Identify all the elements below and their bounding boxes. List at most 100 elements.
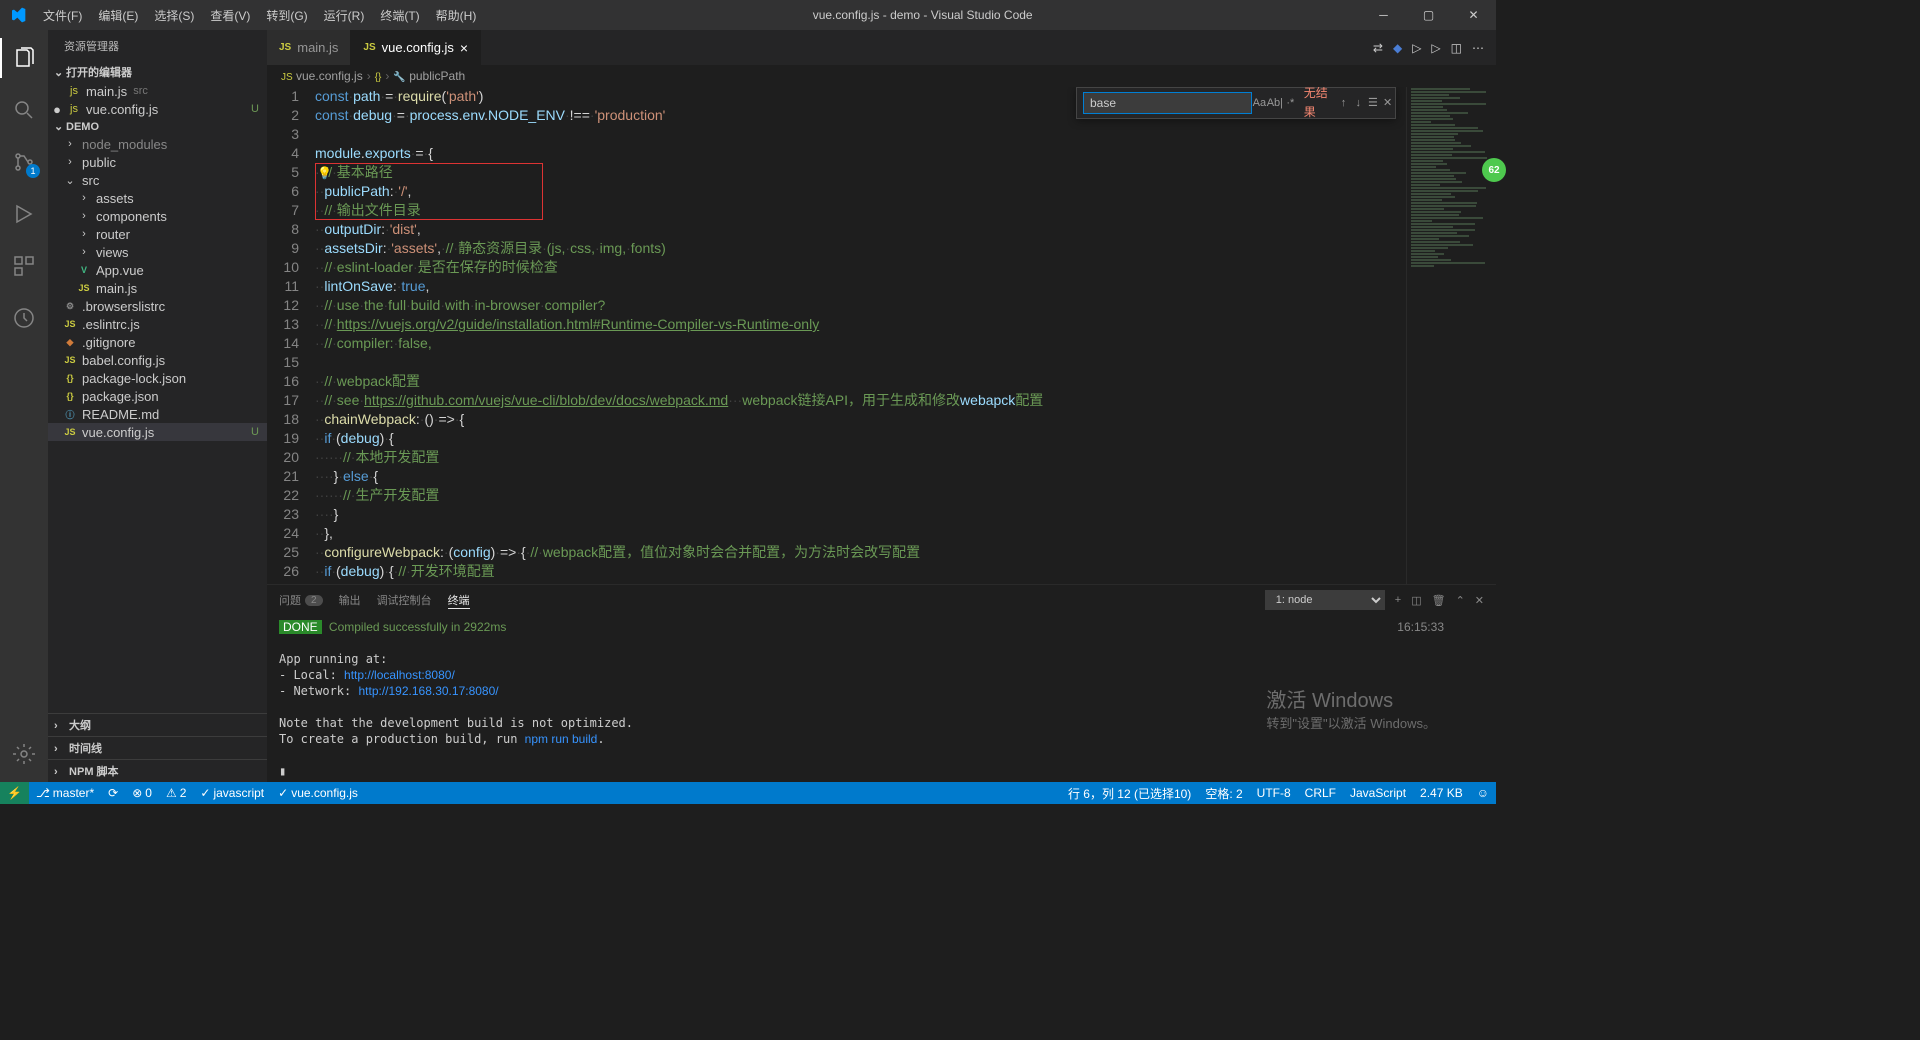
menu-item[interactable]: 选择(S) [146, 7, 202, 24]
trash-icon[interactable]: 🗑 [1432, 594, 1446, 607]
find-case-icon[interactable]: Aa [1252, 94, 1267, 113]
find-word-icon[interactable]: Ab| [1267, 94, 1283, 113]
panel-close-icon[interactable]: ✕ [1475, 594, 1484, 607]
status-item[interactable]: 行 6，列 12 (已选择10) [1061, 785, 1198, 802]
open-editors-header[interactable]: ⌄打开的编辑器 [48, 62, 267, 82]
menu-item[interactable]: 转到(G) [258, 7, 315, 24]
menu-item[interactable]: 查看(V) [202, 7, 258, 24]
status-item[interactable]: ☺ [1470, 785, 1496, 802]
tree-item[interactable]: VApp.vue [48, 261, 267, 279]
status-item[interactable]: 空格: 2 [1198, 785, 1249, 802]
breadcrumb[interactable]: JS vue.config.js›{} ›🔧 publicPath [267, 65, 1496, 87]
status-item[interactable]: ⚠2 [159, 786, 193, 800]
settings-button[interactable] [0, 734, 48, 774]
new-terminal-icon[interactable]: + [1395, 594, 1401, 606]
more-icon[interactable]: ⋯ [1472, 41, 1484, 55]
run-icon[interactable]: ▷ [1412, 41, 1421, 55]
green-badge[interactable]: 62 [1482, 158, 1506, 182]
status-item[interactable]: ⊗0 [125, 786, 159, 800]
remote-indicator[interactable]: ⚡ [0, 782, 29, 804]
find-close-icon[interactable]: ✕ [1380, 94, 1395, 113]
find-input[interactable] [1083, 92, 1252, 114]
window-controls: ─ ▢ ✕ [1361, 0, 1496, 30]
editor-tab[interactable]: JSvue.config.js× [351, 30, 481, 65]
app-logo [0, 7, 35, 23]
status-item[interactable]: JavaScript [1343, 785, 1413, 802]
panel-tab[interactable]: 输出 [339, 592, 361, 608]
menu-item[interactable]: 帮助(H) [428, 7, 485, 24]
tree-item[interactable]: ›public [48, 153, 267, 171]
split-terminal-icon[interactable]: ◫ [1411, 594, 1421, 607]
explorer-tab[interactable] [0, 38, 48, 78]
tree-item[interactable]: ›router [48, 225, 267, 243]
tree-item[interactable]: ›node_modules [48, 135, 267, 153]
tree-item[interactable]: JSbabel.config.js [48, 351, 267, 369]
sidebar: 资源管理器 ⌄打开的编辑器 jsmain.jssrc●jsvue.config.… [48, 30, 267, 782]
status-item[interactable]: ✓javascript [193, 786, 271, 800]
window-title: vue.config.js - demo - Visual Studio Cod… [484, 8, 1361, 22]
maximize-button[interactable]: ▢ [1406, 0, 1451, 30]
timeline-tab[interactable] [0, 298, 48, 338]
panel-tab[interactable]: 终端 [448, 592, 470, 609]
find-selection-icon[interactable]: ☰ [1366, 94, 1381, 113]
tree-item[interactable]: JS.eslintrc.js [48, 315, 267, 333]
scm-tab[interactable]: 1 [0, 142, 48, 182]
tree-item[interactable]: ›components [48, 207, 267, 225]
status-item[interactable]: CRLF [1298, 785, 1343, 802]
sidebar-section[interactable]: › 时间线 [48, 736, 267, 759]
activitybar: 1 [0, 30, 48, 782]
panel-tab[interactable]: 调试控制台 [377, 592, 432, 608]
sidebar-section[interactable]: › 大纲 [48, 713, 267, 736]
extensions-tab[interactable] [0, 246, 48, 286]
tree-item[interactable]: ⓘREADME.md [48, 405, 267, 423]
status-item[interactable]: UTF-8 [1250, 785, 1298, 802]
menu-item[interactable]: 文件(F) [35, 7, 90, 24]
tree-item[interactable]: ◆.gitignore [48, 333, 267, 351]
panel-tab[interactable]: 问题2 [279, 592, 323, 608]
terminal[interactable]: DONE Compiled successfully in 2922ms16:1… [267, 615, 1496, 782]
titlebar: 文件(F)编辑(E)选择(S)查看(V)转到(G)运行(R)终端(T)帮助(H)… [0, 0, 1496, 30]
code-lines[interactable]: const·path·=·require('path')const·debug·… [315, 87, 1406, 584]
status-item[interactable]: ⎇master* [29, 786, 101, 800]
menu-item[interactable]: 终端(T) [372, 7, 427, 24]
minimize-button[interactable]: ─ [1361, 0, 1406, 30]
open-editor-item[interactable]: jsmain.jssrc [48, 82, 267, 100]
panel-up-icon[interactable]: ⌃ [1456, 594, 1465, 607]
tree-item[interactable]: JSvue.config.jsU [48, 423, 267, 441]
tree-item[interactable]: ›views [48, 243, 267, 261]
status-item[interactable]: ✓vue.config.js [271, 786, 365, 800]
tree-item[interactable]: ›assets [48, 189, 267, 207]
panel: 问题2 输出调试控制台终端 1: node + ◫ 🗑 ⌃ ✕ DONE Comp… [267, 584, 1496, 782]
tag-icon[interactable]: ◆ [1393, 41, 1402, 55]
status-item[interactable]: 2.47 KB [1413, 785, 1470, 802]
search-tab[interactable] [0, 90, 48, 130]
sidebar-section[interactable]: › NPM 脚本 [48, 759, 267, 782]
close-button[interactable]: ✕ [1451, 0, 1496, 30]
tree-item[interactable]: {}package.json [48, 387, 267, 405]
project-header[interactable]: ⌄DEMO [48, 118, 267, 135]
tree-item[interactable]: {}package-lock.json [48, 369, 267, 387]
file-tree: ›node_modules›public⌄src›assets›componen… [48, 135, 267, 713]
scm-badge: 1 [26, 164, 40, 178]
tree-item[interactable]: JSmain.js [48, 279, 267, 297]
run-tab[interactable] [0, 194, 48, 234]
find-prev-icon[interactable]: ↑ [1336, 94, 1351, 113]
sidebar-title: 资源管理器 [48, 30, 267, 62]
open-editor-item[interactable]: ●jsvue.config.jsU [48, 100, 267, 118]
status-item[interactable]: ⟳ [101, 786, 125, 800]
find-regex-icon[interactable]: ·* [1283, 94, 1298, 113]
minimap[interactable] [1406, 87, 1496, 584]
tree-item[interactable]: ⌄src [48, 171, 267, 189]
menu-item[interactable]: 运行(R) [316, 7, 373, 24]
tree-item[interactable]: ⚙.browserslistrc [48, 297, 267, 315]
compare-icon[interactable]: ⇄ [1373, 41, 1383, 55]
code-editor[interactable]: 1234567891011121314151617181920212223242… [267, 87, 1496, 584]
lightbulb-icon[interactable]: 💡 [317, 164, 332, 183]
find-next-icon[interactable]: ↓ [1351, 94, 1366, 113]
run2-icon[interactable]: ▷ [1431, 41, 1440, 55]
menu-item[interactable]: 编辑(E) [90, 7, 146, 24]
editor-tab[interactable]: JSmain.js [267, 30, 351, 65]
split-icon[interactable]: ◫ [1451, 41, 1462, 55]
terminal-select[interactable]: 1: node [1265, 590, 1385, 610]
statusbar: ⚡ ⎇master*⟳⊗0⚠2✓javascript✓vue.config.js… [0, 782, 1496, 804]
